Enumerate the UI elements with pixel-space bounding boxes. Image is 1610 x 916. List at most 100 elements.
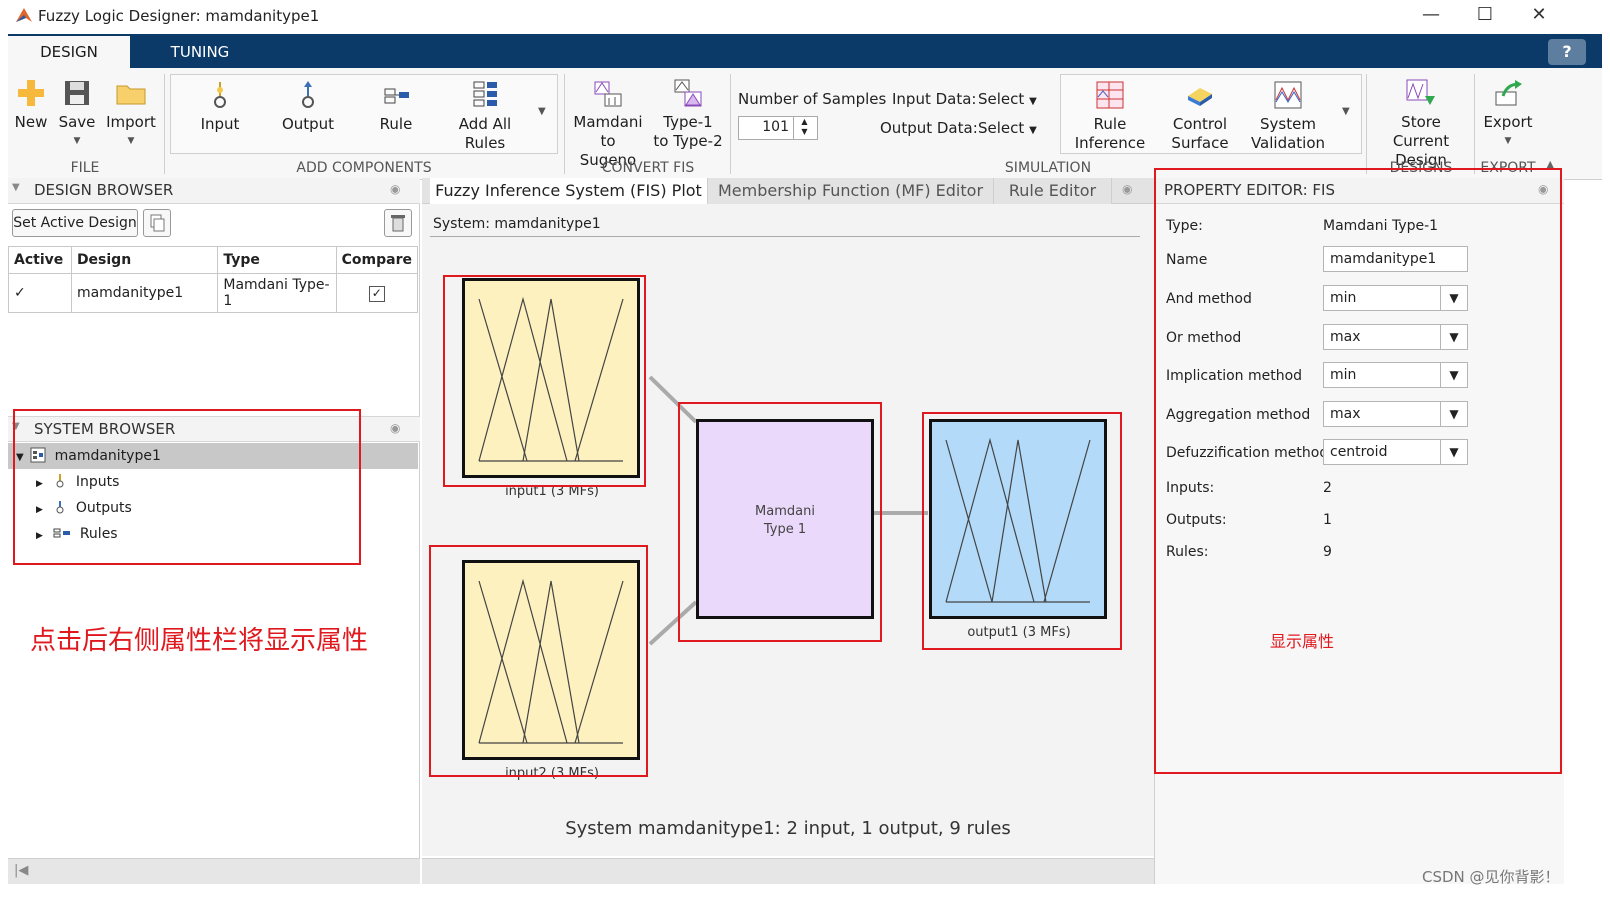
rule-label: Rule (379, 115, 413, 133)
add-output-button[interactable]: Output (278, 80, 338, 134)
set-active-design-button[interactable]: Set Active Design (12, 209, 138, 237)
col-active[interactable]: Active (8, 246, 72, 274)
table-row[interactable]: ✓ mamdanitype1 Mamdani Type-1 ✓ (8, 273, 419, 313)
system-validation-label-1: System (1260, 115, 1316, 133)
import-button[interactable]: Import ▼ (104, 78, 158, 151)
active-check[interactable]: ✓ (8, 273, 72, 313)
fis-summary: System mamdanitype1: 2 input, 1 output, … (565, 818, 1011, 839)
group-label-add-components: ADD COMPONENTS (296, 160, 432, 176)
rule-inference-label-2: Inference (1074, 134, 1146, 152)
minimize-button[interactable]: — (1416, 4, 1446, 25)
scroll-start-icon[interactable]: |◀ (14, 863, 28, 878)
tab-tuning[interactable]: TUNING (140, 36, 260, 68)
store-design-label-1: Store Current (1392, 113, 1450, 150)
export-icon (1495, 80, 1522, 106)
type1-label-1: Type-1 (663, 113, 713, 131)
chevron-down-icon: ▼ (1029, 96, 1037, 107)
maximize-button[interactable]: ☐ (1470, 4, 1500, 25)
num-samples-spinner[interactable]: 101 ▲ ▼ (738, 116, 818, 140)
convert-icon (594, 81, 622, 107)
copy-icon (150, 214, 165, 232)
num-samples-label: Number of Samples (738, 90, 887, 108)
type1-label-2: to Type-2 (653, 132, 723, 150)
mamdani-label-1: Mamdani (573, 113, 643, 131)
annotation-left: 点击后右侧属性栏将显示属性 (30, 626, 369, 656)
ribbon-divider (1474, 74, 1475, 174)
copy-design-button[interactable] (143, 209, 171, 237)
output-icon (302, 81, 314, 108)
add-all-label-1: Add All (458, 115, 512, 133)
ribbon-divider (564, 74, 565, 174)
mamdani-to-sugeno-button[interactable]: Mamdani to Sugeno (570, 78, 646, 170)
design-type-cell[interactable]: Mamdani Type-1 (217, 273, 337, 313)
ribbon-divider (1366, 74, 1367, 174)
control-surface-label-2: Surface (1171, 134, 1229, 152)
left-status-bar: |◀ (8, 858, 420, 884)
control-surface-button[interactable]: Control Surface (1162, 80, 1238, 153)
output-data-label: Output Data: (880, 119, 978, 137)
tab-design[interactable]: DESIGN (8, 36, 130, 70)
col-compare[interactable]: Compare (335, 246, 419, 274)
type2-icon (674, 79, 702, 107)
compare-cell[interactable]: ✓ (335, 273, 419, 313)
folder-icon (116, 85, 146, 105)
rule-icon (384, 88, 409, 104)
save-button[interactable]: Save ▼ (56, 78, 98, 151)
new-button[interactable]: New (10, 78, 52, 132)
help-button[interactable]: ? (1548, 39, 1586, 65)
export-dropdown-icon[interactable]: ▼ (1480, 132, 1536, 151)
import-label: Import (106, 113, 156, 131)
tab-mf-editor[interactable]: Membership Function (MF) Editor (708, 178, 994, 204)
type1-to-type2-button[interactable]: Type-1 to Type-2 (652, 78, 724, 151)
output-data-select[interactable]: Select ▼ (978, 119, 1037, 137)
trash-icon (391, 215, 405, 232)
matlab-logo-icon (16, 8, 32, 22)
add-all-label-2: Rules (464, 134, 506, 152)
system-validation-icon (1274, 81, 1302, 109)
import-dropdown-icon[interactable]: ▼ (104, 132, 158, 151)
compare-checkbox[interactable]: ✓ (368, 285, 385, 302)
output-label: Output (281, 115, 335, 133)
group-label-convert-fis: CONVERT FIS (601, 160, 695, 176)
spinner-arrows-icon[interactable]: ▲ ▼ (793, 117, 815, 139)
store-current-design-button[interactable]: Store Current Design (1372, 78, 1470, 170)
pane-options-icon[interactable]: ◉ (1122, 182, 1132, 196)
design-name-cell[interactable]: mamdanitype1 (70, 273, 219, 313)
delete-design-button[interactable] (384, 209, 412, 237)
col-type[interactable]: Type (217, 246, 337, 274)
window-title: Fuzzy Logic Designer: mamdanitype1 (38, 7, 320, 25)
new-icon (18, 80, 44, 106)
pane-options-icon[interactable]: ◉ (390, 182, 400, 196)
design-table: Active Design Type Compare ✓ mamdanitype… (8, 246, 419, 313)
close-button[interactable]: ✕ (1524, 4, 1554, 25)
input-data-select[interactable]: Select ▼ (978, 90, 1037, 108)
store-design-icon (1406, 79, 1435, 105)
watermark: CSDN @见你背影！ (1422, 868, 1560, 886)
input-label: Input (200, 115, 240, 133)
collapse-triangle-icon[interactable]: ▼ (12, 182, 20, 193)
save-dropdown-icon[interactable]: ▼ (56, 132, 98, 151)
system-validation-label-2: Validation (1250, 134, 1326, 152)
input-data-label: Input Data: (892, 90, 977, 108)
rule-inference-button[interactable]: Rule Inference (1072, 80, 1148, 153)
add-all-rules-button[interactable]: Add All Rules (452, 80, 518, 153)
input-data-value: Select (978, 90, 1025, 108)
add-rule-button[interactable]: Rule (366, 80, 426, 134)
output-data-value: Select (978, 119, 1025, 137)
add-components-more-icon[interactable]: ▼ (538, 106, 546, 117)
rule-inference-icon (1096, 81, 1124, 109)
export-button[interactable]: Export ▼ (1480, 78, 1536, 151)
control-surface-label-1: Control (1172, 115, 1228, 133)
num-samples-value: 101 (762, 119, 789, 135)
ribbon-divider (164, 74, 165, 174)
system-validation-button[interactable]: System Validation (1248, 80, 1328, 153)
pane-options-icon[interactable]: ◉ (390, 421, 400, 435)
save-icon (65, 81, 89, 105)
tab-rule-editor[interactable]: Rule Editor (994, 178, 1112, 204)
tab-fis-plot[interactable]: Fuzzy Inference System (FIS) Plot (430, 178, 708, 204)
col-design[interactable]: Design (70, 246, 219, 274)
center-status-bar (422, 858, 1154, 884)
simulation-more-icon[interactable]: ▼ (1342, 106, 1350, 117)
chevron-down-icon: ▼ (1029, 125, 1037, 136)
add-input-button[interactable]: Input (190, 80, 250, 134)
